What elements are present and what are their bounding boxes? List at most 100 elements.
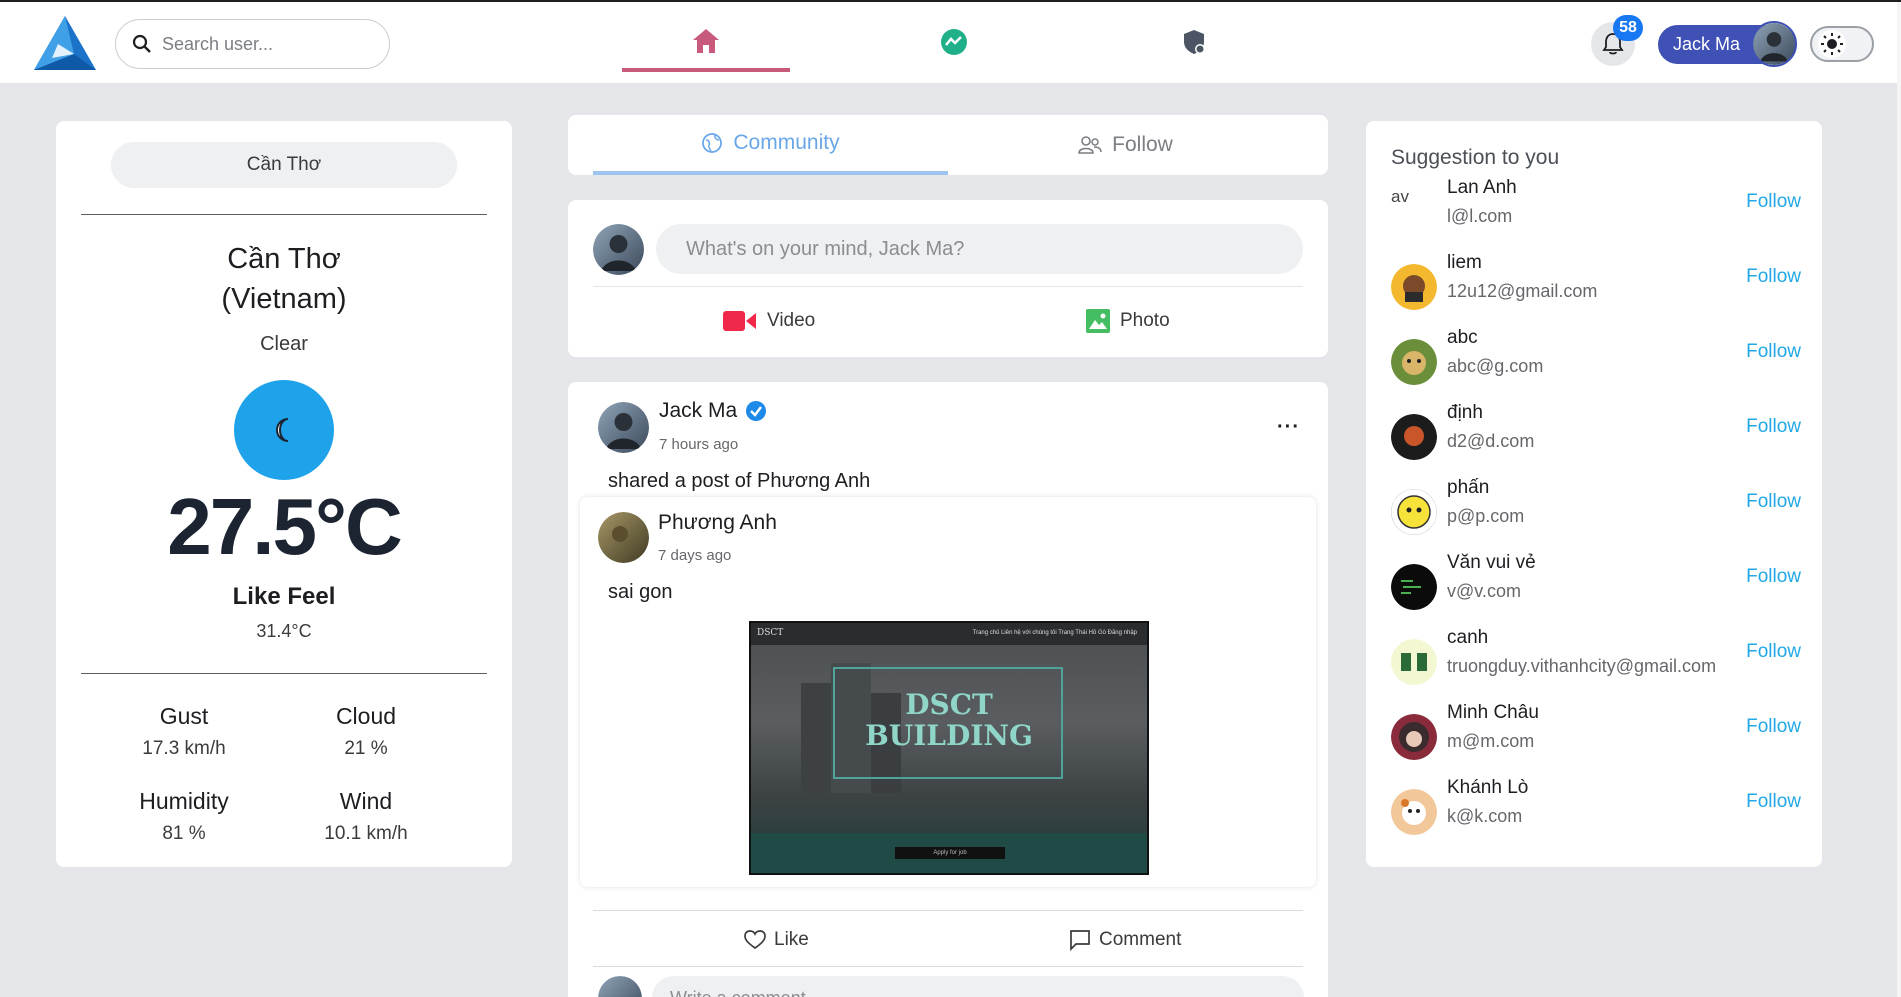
comment-label: Comment bbox=[1099, 929, 1182, 950]
suggestion-email: abc@g.com bbox=[1447, 356, 1544, 376]
shield-icon bbox=[1184, 30, 1205, 54]
nav-messenger-tab[interactable] bbox=[870, 20, 1038, 72]
suggestion-name[interactable]: phấn bbox=[1447, 477, 1489, 499]
add-video-button[interactable]: Video bbox=[723, 298, 815, 343]
post-options-button[interactable]: ··· bbox=[1277, 416, 1300, 439]
follow-button[interactable]: Follow bbox=[1746, 341, 1801, 363]
image-headline-line2: BUILDING bbox=[865, 719, 1033, 752]
tab-follow[interactable]: Follow bbox=[948, 115, 1303, 175]
image-brand: DSCT bbox=[757, 628, 784, 638]
suggestion-name[interactable]: định bbox=[1447, 402, 1483, 424]
nav-security-tab[interactable] bbox=[1110, 20, 1278, 72]
city-selector[interactable]: Cần Thơ bbox=[111, 142, 457, 188]
stat-label: Wind bbox=[339, 788, 393, 814]
suggestion-item: abc abc@g.com Follow bbox=[1391, 327, 1801, 389]
shared-author-name[interactable]: Phương Anh bbox=[658, 511, 777, 535]
suggestion-name[interactable]: Minh Châu bbox=[1447, 702, 1539, 724]
composer-input[interactable] bbox=[656, 224, 1303, 274]
post-author-label: Jack Ma bbox=[659, 399, 738, 422]
shared-post-text: sai gon bbox=[608, 581, 673, 603]
user-avatar bbox=[1751, 21, 1797, 67]
tab-community-label: Community bbox=[733, 131, 840, 154]
follow-button[interactable]: Follow bbox=[1746, 416, 1801, 438]
image-headline: DSCT BUILDING bbox=[751, 689, 1147, 751]
app-logo-icon[interactable] bbox=[32, 14, 98, 74]
suggestion-avatar[interactable] bbox=[1391, 639, 1437, 685]
weather-card: Cần Thơ Cần Thơ (Vietnam) Clear 27.5°C L… bbox=[56, 121, 512, 867]
follow-button[interactable]: Follow bbox=[1746, 791, 1801, 813]
suggestion-item: av Lan Anh l@l.com Follow bbox=[1391, 177, 1801, 239]
weather-city: Cần Thơ bbox=[227, 243, 341, 275]
feel-like-value: 31.4°C bbox=[256, 621, 312, 641]
suggestion-item: Minh Châu m@m.com Follow bbox=[1391, 702, 1801, 764]
suggestion-avatar[interactable] bbox=[1391, 264, 1437, 310]
suggestion-title: Suggestion to you bbox=[1391, 146, 1560, 169]
sun-icon bbox=[1821, 33, 1843, 55]
shared-post-time: 7 days ago bbox=[658, 547, 732, 564]
image-apply-button: Apply for job bbox=[895, 847, 1005, 859]
profile-button[interactable]: Jack Ma bbox=[1658, 21, 1797, 67]
stat-value: 21 % bbox=[344, 738, 388, 759]
heart-icon bbox=[744, 930, 766, 950]
shared-author-avatar[interactable] bbox=[598, 512, 649, 563]
suggestion-name[interactable]: abc bbox=[1447, 327, 1478, 349]
tab-community[interactable]: Community bbox=[593, 115, 948, 175]
comment-input[interactable] bbox=[652, 976, 1304, 997]
add-photo-button[interactable]: Photo bbox=[1086, 298, 1170, 343]
stat-humidity: Humidity 81 % bbox=[94, 788, 274, 845]
shared-post-image[interactable]: DSCT Trang chủ Liên hệ với chúng tôi Tra… bbox=[749, 621, 1149, 875]
suggestion-name[interactable]: Khánh Lò bbox=[1447, 777, 1528, 799]
nav-home-tab[interactable] bbox=[622, 20, 790, 72]
follow-button[interactable]: Follow bbox=[1746, 266, 1801, 288]
comment-icon bbox=[1070, 930, 1090, 951]
verified-icon bbox=[746, 401, 767, 421]
stat-label: Cloud bbox=[335, 703, 397, 729]
like-button[interactable]: Like bbox=[744, 920, 809, 960]
divider bbox=[81, 673, 487, 674]
suggestion-name[interactable]: liem bbox=[1447, 252, 1482, 274]
image-menu: Trang chủ Liên hệ với chúng tôi Trang Th… bbox=[972, 630, 1137, 636]
suggestion-email: k@k.com bbox=[1447, 806, 1523, 826]
suggestion-item: Văn vui vẻ v@v.com Follow bbox=[1391, 552, 1801, 614]
follow-button[interactable]: Follow bbox=[1746, 491, 1801, 513]
suggestion-item: Khánh Lò k@k.com Follow bbox=[1391, 777, 1801, 839]
search-box bbox=[115, 19, 390, 69]
comment-button[interactable]: Comment bbox=[1069, 920, 1181, 960]
follow-button[interactable]: Follow bbox=[1746, 566, 1801, 588]
stat-value: 17.3 km/h bbox=[142, 738, 226, 759]
follow-button[interactable]: Follow bbox=[1746, 716, 1801, 738]
suggestion-name[interactable]: canh bbox=[1447, 627, 1488, 649]
suggestion-item: liem 12u12@gmail.com Follow bbox=[1391, 252, 1801, 314]
follow-button[interactable]: Follow bbox=[1746, 641, 1801, 663]
suggestion-avatar[interactable] bbox=[1391, 789, 1437, 835]
suggestion-avatar[interactable] bbox=[1391, 489, 1437, 535]
suggestion-item: định d2@d.com Follow bbox=[1391, 402, 1801, 464]
suggestion-avatar[interactable] bbox=[1391, 414, 1437, 460]
stat-label: Humidity bbox=[139, 788, 229, 814]
stat-value: 81 % bbox=[162, 823, 206, 844]
shared-post: Phương Anh 7 days ago sai gon DSCT Trang… bbox=[580, 497, 1316, 887]
post-text: shared a post of Phương Anh bbox=[608, 470, 871, 492]
weather-temperature: 27.5°C bbox=[167, 482, 402, 571]
feel-like-label: Like Feel bbox=[232, 583, 336, 610]
search-input[interactable] bbox=[162, 33, 362, 55]
theme-toggle[interactable] bbox=[1810, 26, 1874, 62]
follow-button[interactable]: Follow bbox=[1746, 191, 1801, 213]
video-icon bbox=[723, 310, 756, 331]
post-author-name[interactable]: Jack Ma bbox=[659, 399, 767, 423]
post-author-avatar[interactable] bbox=[598, 402, 649, 453]
suggestion-name[interactable]: Lan Anh bbox=[1447, 177, 1517, 199]
user-avatar bbox=[598, 976, 642, 997]
post-composer: Video Photo bbox=[568, 200, 1328, 357]
page-scrollbar[interactable] bbox=[1897, 2, 1901, 997]
suggestion-avatar[interactable] bbox=[1391, 564, 1437, 610]
stat-gust: Gust 17.3 km/h bbox=[94, 703, 274, 760]
suggestion-avatar[interactable] bbox=[1391, 339, 1437, 385]
stat-cloud: Cloud 21 % bbox=[276, 703, 456, 760]
weather-location: Cần Thơ (Vietnam) bbox=[56, 239, 512, 319]
photo-icon bbox=[1086, 308, 1110, 333]
messenger-icon bbox=[941, 29, 967, 55]
suggestion-avatar[interactable] bbox=[1391, 714, 1437, 760]
users-icon bbox=[1078, 136, 1102, 154]
suggestion-name[interactable]: Văn vui vẻ bbox=[1447, 552, 1536, 574]
